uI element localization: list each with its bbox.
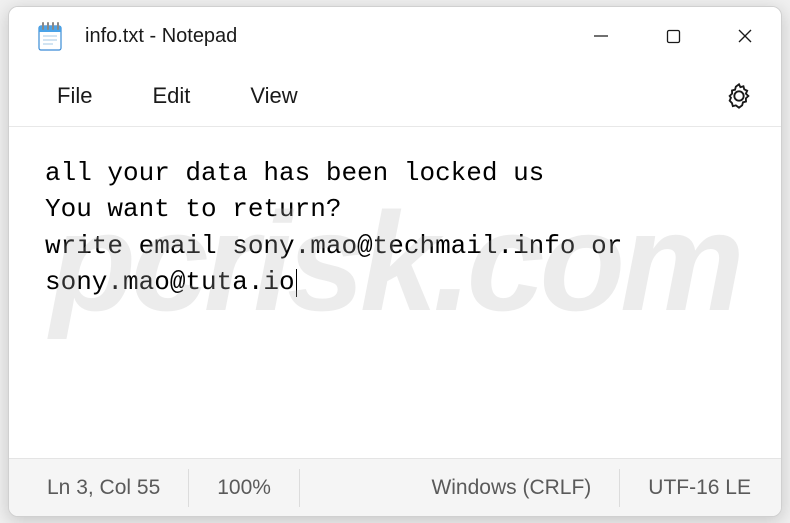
- status-line-ending: Windows (CRLF): [403, 469, 620, 507]
- text-cursor: [296, 269, 297, 297]
- statusbar: Ln 3, Col 55 100% Windows (CRLF) UTF-16 …: [9, 458, 781, 516]
- maximize-button[interactable]: [637, 7, 709, 65]
- menu-view[interactable]: View: [220, 73, 327, 119]
- notepad-icon: [35, 18, 65, 54]
- close-button[interactable]: [709, 7, 781, 65]
- menu-file[interactable]: File: [27, 73, 122, 119]
- settings-button[interactable]: [715, 72, 763, 120]
- notepad-window: info.txt - Notepad File Edit View all yo…: [8, 6, 782, 517]
- window-title: info.txt - Notepad: [85, 25, 565, 48]
- window-controls: [565, 7, 781, 65]
- status-encoding: UTF-16 LE: [620, 469, 781, 507]
- status-zoom[interactable]: 100%: [189, 469, 300, 507]
- minimize-button[interactable]: [565, 7, 637, 65]
- titlebar[interactable]: info.txt - Notepad: [9, 7, 781, 65]
- document-text: all your data has been locked us You wan…: [45, 158, 638, 297]
- text-area[interactable]: all your data has been locked us You wan…: [9, 127, 781, 458]
- menubar: File Edit View: [9, 65, 781, 127]
- gear-icon: [725, 82, 753, 110]
- status-cursor-position: Ln 3, Col 55: [9, 469, 189, 507]
- menu-edit[interactable]: Edit: [122, 73, 220, 119]
